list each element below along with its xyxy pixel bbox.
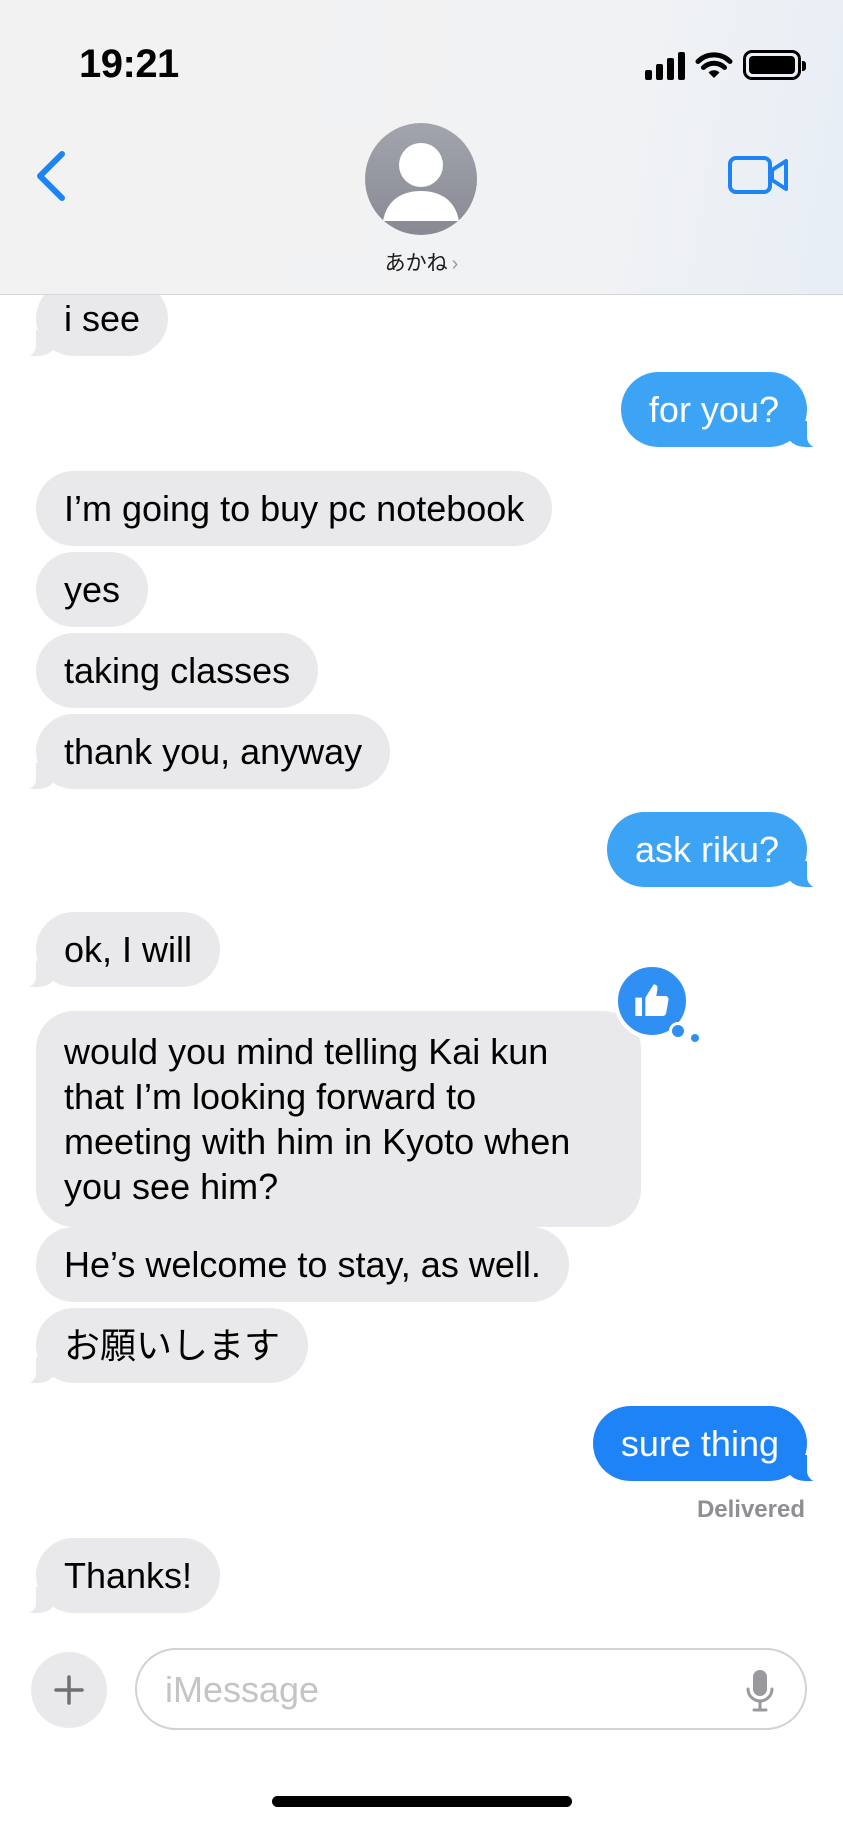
message-bubble[interactable]: お願いします bbox=[9, 1308, 309, 1385]
message-input[interactable] bbox=[165, 1664, 725, 1716]
message-text: ask riku? bbox=[634, 829, 779, 870]
message-text: for you? bbox=[648, 389, 779, 430]
message-bubble[interactable]: ok, I will bbox=[9, 912, 221, 989]
cellular-signal-icon bbox=[645, 50, 685, 80]
message-text: ok, I will bbox=[64, 929, 193, 970]
message-bubble[interactable]: thank you, anyway bbox=[9, 714, 391, 791]
home-indicator[interactable] bbox=[272, 1796, 572, 1807]
message-text: sure thing bbox=[620, 1423, 779, 1464]
chevron-left-icon[interactable] bbox=[30, 146, 74, 206]
delivery-status: Delivered bbox=[696, 1496, 805, 1523]
message-bubble[interactable]: taking classes bbox=[36, 633, 319, 708]
status-time: 19:21 bbox=[79, 42, 179, 86]
message-bubble[interactable]: sure thing bbox=[592, 1406, 834, 1483]
message-text: yes bbox=[64, 569, 121, 610]
chevron-right-icon: › bbox=[451, 253, 459, 275]
message-bubble[interactable]: yes bbox=[36, 552, 149, 627]
message-text: お願いします bbox=[64, 1325, 281, 1366]
reaction-tail bbox=[669, 1022, 687, 1040]
wifi-icon bbox=[695, 52, 733, 78]
message-text: would you mind telling Kai kun that I’m … bbox=[64, 1031, 571, 1207]
message-text: i see bbox=[64, 298, 141, 339]
conversation-header: 19:21 あかね › bbox=[0, 0, 843, 295]
contact-name[interactable]: あかね › bbox=[0, 247, 843, 277]
reaction-tail bbox=[689, 1032, 701, 1044]
person-icon bbox=[383, 143, 459, 221]
status-icons bbox=[645, 48, 806, 82]
message-text: taking classes bbox=[64, 650, 291, 691]
message-bubble[interactable]: I’m going to buy pc notebook bbox=[36, 471, 553, 546]
message-bubble[interactable]: would you mind telling Kai kun that I’m … bbox=[36, 1011, 641, 1227]
message-text: thank you, anyway bbox=[64, 731, 363, 772]
plus-icon bbox=[54, 1675, 84, 1705]
message-text: I’m going to buy pc notebook bbox=[64, 488, 525, 529]
message-bubble[interactable]: for you? bbox=[620, 372, 834, 449]
video-camera-icon[interactable] bbox=[728, 154, 790, 196]
message-bubble[interactable]: ask riku? bbox=[606, 812, 834, 889]
message-text: Thanks! bbox=[64, 1555, 193, 1596]
message-input-field[interactable] bbox=[135, 1648, 807, 1730]
microphone-icon[interactable] bbox=[745, 1668, 775, 1714]
message-bubble[interactable]: Thanks! bbox=[9, 1538, 221, 1615]
plus-button[interactable] bbox=[31, 1652, 107, 1728]
message-bubble[interactable]: He’s welcome to stay, as well. bbox=[36, 1227, 569, 1302]
contact-name-text: あかね bbox=[384, 252, 448, 275]
message-text: He’s welcome to stay, as well. bbox=[64, 1244, 541, 1285]
avatar[interactable] bbox=[365, 123, 477, 235]
battery-icon bbox=[743, 50, 806, 80]
